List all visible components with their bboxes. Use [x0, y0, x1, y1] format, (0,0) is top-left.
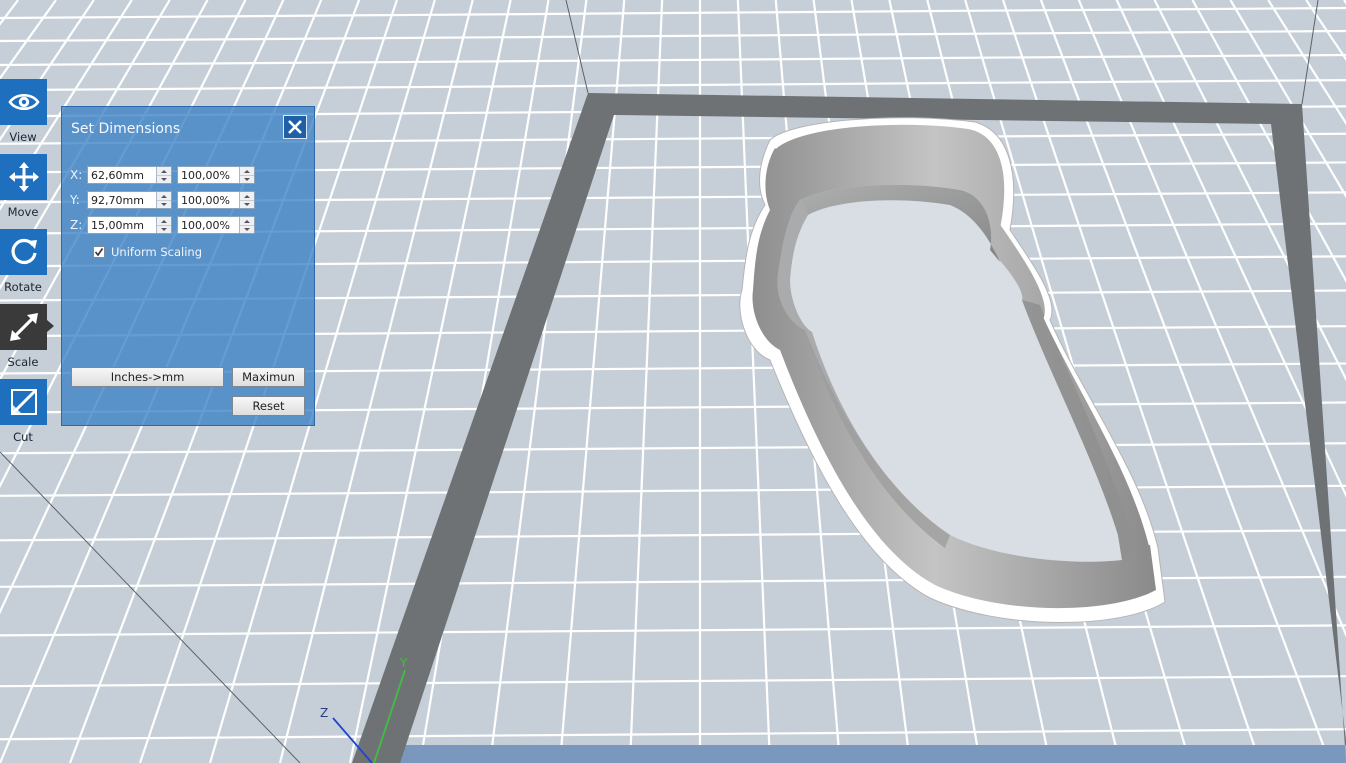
z-percent-input[interactable] — [178, 217, 241, 233]
scale-icon — [9, 313, 38, 341]
x-size-decrement[interactable] — [157, 175, 171, 183]
x-percent-input[interactable] — [178, 167, 241, 183]
active-tool-indicator — [47, 320, 54, 332]
front-edge-highlight — [400, 745, 1346, 763]
rotate-tool-button[interactable] — [0, 229, 47, 275]
x-size-input[interactable] — [88, 167, 155, 183]
z-axis-label: Z: — [70, 218, 83, 232]
dialog-title: Set Dimensions — [71, 121, 181, 137]
y-percent-field[interactable] — [177, 191, 255, 209]
eye-icon — [7, 93, 40, 111]
set-dimensions-panel: Set Dimensions X: Y: Z: Unifor — [61, 106, 315, 426]
rotate-tool-label: Rotate — [4, 280, 42, 294]
view-tool-button[interactable] — [0, 79, 47, 125]
x-axis-label: X: — [70, 168, 83, 182]
view-tool-label: View — [9, 130, 37, 144]
move-tool-label: Move — [7, 205, 39, 219]
scale-tool-label: Scale — [7, 355, 39, 369]
rotate-icon — [11, 238, 37, 265]
x-size-field[interactable] — [87, 166, 172, 184]
uniform-scaling-label: Uniform Scaling — [111, 245, 203, 259]
scale-tool-button[interactable] — [0, 304, 47, 350]
maximum-button[interactable]: Maximun — [232, 367, 305, 387]
z-percent-field[interactable] — [177, 216, 255, 234]
uniform-scaling-checkbox[interactable] — [93, 246, 105, 258]
z-percent-decrement[interactable] — [240, 225, 254, 233]
y-size-field[interactable] — [87, 191, 172, 209]
cut-icon — [10, 389, 37, 415]
cut-tool-label: Cut — [13, 430, 33, 444]
y-size-decrement[interactable] — [157, 200, 171, 208]
move-arrows-icon — [8, 162, 39, 192]
close-icon — [288, 120, 302, 134]
y-size-input[interactable] — [88, 192, 155, 208]
cut-tool-button[interactable] — [0, 379, 47, 425]
z-size-decrement[interactable] — [157, 225, 171, 233]
y-axis-label: Y — [399, 656, 408, 670]
y-percent-decrement[interactable] — [240, 200, 254, 208]
y-axis-label: Y: — [70, 193, 80, 207]
checkmark-icon — [94, 248, 104, 257]
z-size-field[interactable] — [87, 216, 172, 234]
reset-button[interactable]: Reset — [232, 396, 305, 416]
inches-to-mm-button[interactable]: Inches->mm — [71, 367, 224, 387]
y-percent-input[interactable] — [178, 192, 241, 208]
z-axis-label: Z — [320, 706, 328, 720]
x-percent-field[interactable] — [177, 166, 255, 184]
close-button[interactable] — [283, 115, 307, 139]
move-tool-button[interactable] — [0, 154, 47, 200]
z-size-input[interactable] — [88, 217, 155, 233]
x-percent-decrement[interactable] — [240, 175, 254, 183]
